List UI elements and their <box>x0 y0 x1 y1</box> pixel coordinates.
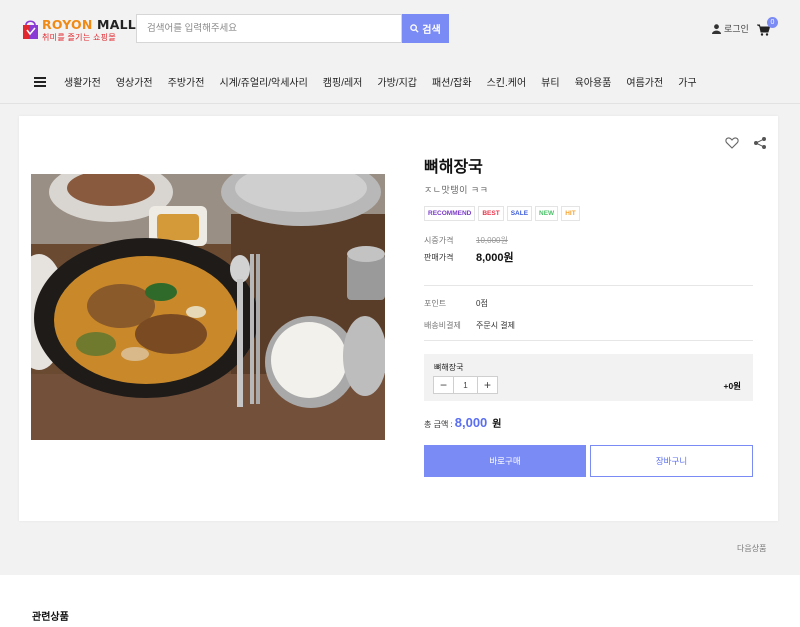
product-subtitle: ㅈㄴ맛탱이 ㅋㅋ <box>424 185 489 195</box>
logo-title: ROYON MALL <box>42 17 136 32</box>
total-amount: 8,000 <box>454 415 488 430</box>
nav-item-watch-jewelry[interactable]: 시계/쥬얼리/악세사리 <box>219 74 307 89</box>
nav-item-fashion[interactable]: 패션/잡화 <box>432 74 472 89</box>
badge-sale: SALE <box>506 206 533 221</box>
divider <box>424 340 753 341</box>
category-nav: 생활가전 영상가전 주방가전 시계/쥬얼리/악세사리 캠핑/레저 가방/지갑 패… <box>34 74 712 89</box>
minus-icon[interactable]: − <box>434 377 453 393</box>
search-input[interactable] <box>147 23 391 34</box>
nav-item-beauty[interactable]: 뷰티 <box>541 74 559 89</box>
total-unit: 원 <box>492 419 502 430</box>
login-label: 로그인 <box>724 24 749 34</box>
nav-item-kitchen-appliances[interactable]: 주방가전 <box>168 74 205 89</box>
search-box <box>136 14 402 43</box>
share-icon[interactable] <box>753 136 767 150</box>
nav-item-camping-leisure[interactable]: 캠핑/레저 <box>323 74 363 89</box>
product-title: 뼈해장국 <box>424 159 483 176</box>
heart-icon[interactable] <box>725 136 739 150</box>
cart-count-badge: 0 <box>767 17 778 28</box>
divider <box>424 285 753 286</box>
cart-button[interactable]: 0 <box>757 17 779 39</box>
badge-best: BEST <box>478 206 504 221</box>
buy-now-button[interactable]: 바로구매 <box>424 445 586 477</box>
nav-item-furniture[interactable]: 가구 <box>678 74 696 89</box>
product-info: 뼈해장국 ㅈㄴ맛탱이 ㅋㅋ RECOMMEND BEST SALE NEW HI… <box>424 116 766 521</box>
related-products-section: 관련상품 <box>0 575 800 627</box>
product-badges: RECOMMEND BEST SALE NEW HIT <box>424 206 580 221</box>
logo[interactable]: ROYON MALL 취미를 즐기는 쇼핑몰 <box>22 16 136 44</box>
search-button[interactable]: 검색 <box>402 14 449 43</box>
point-value: 0점 <box>476 299 488 308</box>
related-products-title: 관련상품 <box>32 612 69 623</box>
shipping-label: 배송비결제 <box>424 321 461 330</box>
quantity-value[interactable]: 1 <box>453 377 478 393</box>
product-photo <box>31 174 385 440</box>
next-product-link[interactable]: 다음상품 <box>737 543 766 554</box>
option-price: +0원 <box>723 381 741 391</box>
nav-item-skincare[interactable]: 스킨.케어 <box>487 74 527 89</box>
point-label: 포인트 <box>424 299 447 308</box>
nav-item-living-appliances[interactable]: 생활가전 <box>64 74 101 89</box>
user-icon <box>712 23 721 34</box>
shopping-bag-icon <box>23 20 38 39</box>
shipping-value: 주문시 결제 <box>476 321 516 330</box>
nav-item-bags-wallets[interactable]: 가방/지갑 <box>377 74 417 89</box>
nav-item-video-appliances[interactable]: 영상가전 <box>116 74 153 89</box>
nav-item-summer-appliances[interactable]: 여름가전 <box>626 74 663 89</box>
login-link[interactable]: 로그인 <box>712 22 749 35</box>
product-detail-card: 뼈해장국 ㅈㄴ맛탱이 ㅋㅋ RECOMMEND BEST SALE NEW HI… <box>19 116 778 521</box>
search-button-label: 검색 <box>422 25 441 36</box>
option-name: 뼈해장국 <box>434 363 464 372</box>
add-to-cart-button[interactable]: 장바구니 <box>590 445 753 477</box>
quantity-stepper: − 1 + <box>433 376 498 394</box>
plus-icon[interactable]: + <box>478 377 497 393</box>
hamburger-menu-icon[interactable] <box>34 76 46 87</box>
selected-option: 뼈해장국 − 1 + +0원 <box>424 354 753 401</box>
search-icon <box>410 24 419 33</box>
nav-item-baby[interactable]: 육아용품 <box>575 74 612 89</box>
total-label: 총 금액 : <box>424 420 453 429</box>
site-header: ROYON MALL 취미를 즐기는 쇼핑몰 검색 로그인 0 생활가전 영상가… <box>0 0 800 104</box>
market-price: 10,000원 <box>476 236 508 245</box>
market-price-label: 시중가격 <box>424 236 454 245</box>
sale-price: 8,000원 <box>476 252 514 264</box>
sale-price-label: 판매가격 <box>424 253 454 262</box>
total-price: 총 금액 : 8,000 원 <box>424 415 502 430</box>
badge-hit: HIT <box>561 206 580 221</box>
badge-new: NEW <box>535 206 559 221</box>
badge-recommend: RECOMMEND <box>424 206 476 221</box>
logo-tagline: 취미를 즐기는 쇼핑몰 <box>42 33 116 42</box>
